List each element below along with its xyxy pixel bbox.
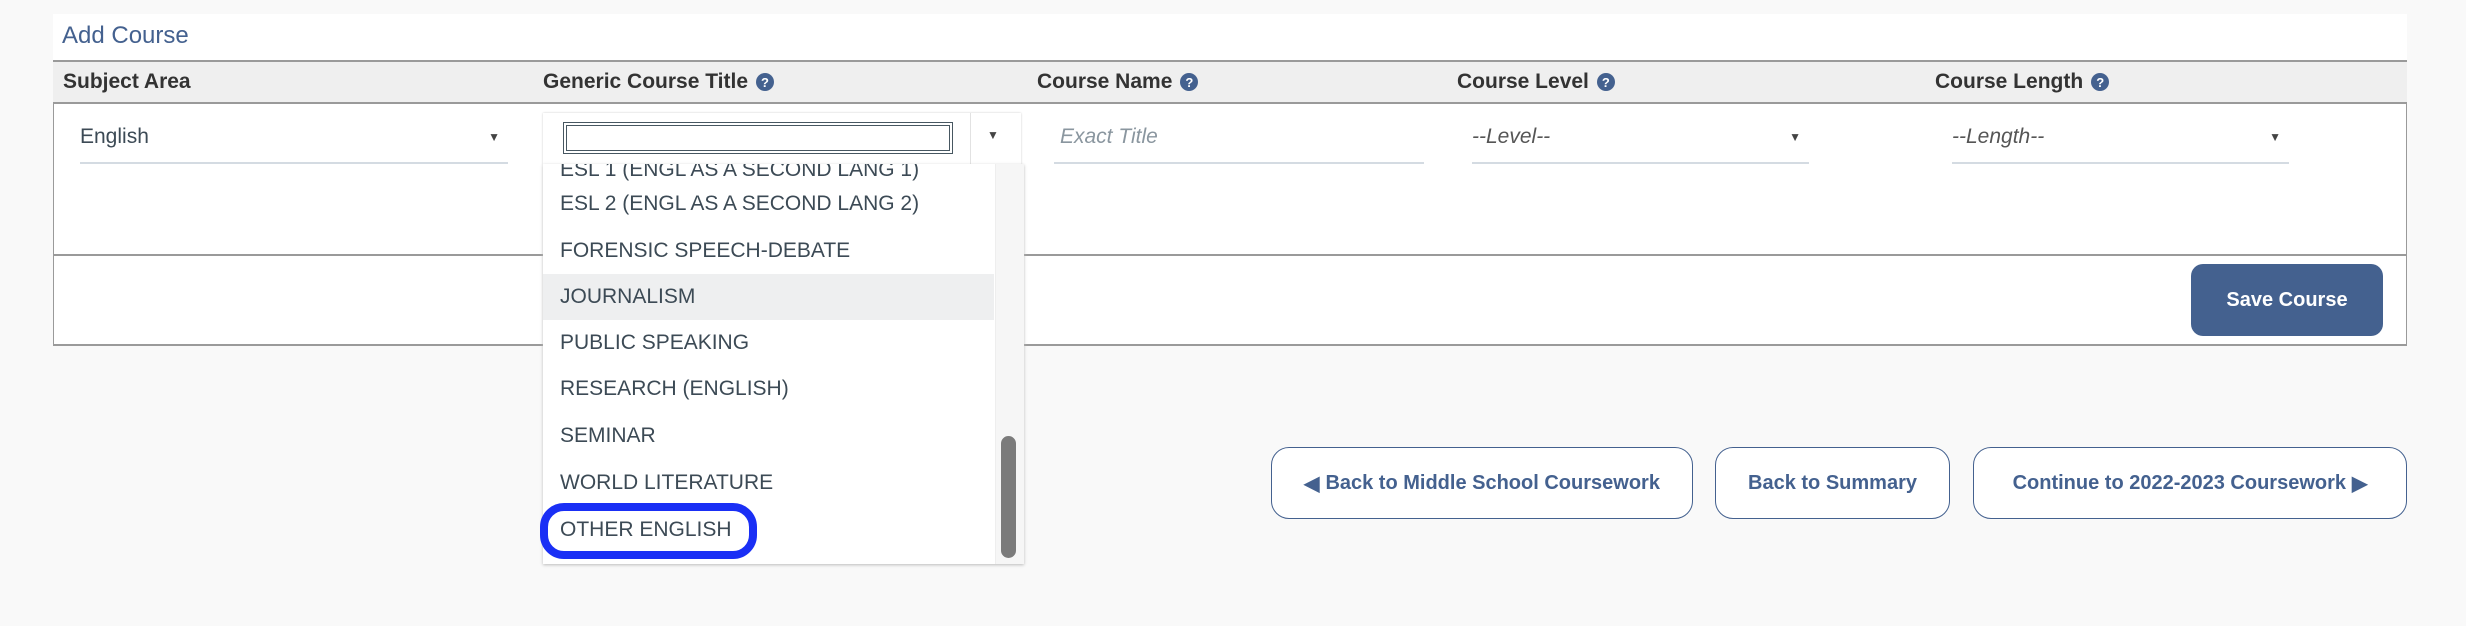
help-icon[interactable]: ? <box>1596 73 1615 91</box>
help-icon[interactable]: ? <box>2091 73 2110 91</box>
header-label: Subject Area <box>63 70 191 93</box>
header-label: Course Level <box>1457 70 1589 93</box>
annotation-highlight <box>540 503 757 559</box>
list-item[interactable]: SEMINAR <box>543 413 994 459</box>
generic-course-title-input[interactable] <box>563 122 953 154</box>
scrollbar-thumb[interactable] <box>1001 436 1016 558</box>
help-icon[interactable]: ? <box>1180 73 1199 91</box>
placeholder: Exact Title <box>1060 125 1158 148</box>
divider <box>970 113 971 165</box>
save-course-button[interactable]: Save Course <box>2191 264 2383 336</box>
select-value: --Length-- <box>1952 125 2045 148</box>
section-title: Add Course <box>62 22 189 49</box>
course-name-input[interactable]: Exact Title <box>1054 112 1424 164</box>
header-label: Generic Course Title <box>543 70 749 93</box>
header-course-name: Course Name? <box>1037 70 1199 94</box>
list-item[interactable]: PUBLIC SPEAKING <box>543 320 994 366</box>
header-course-length: Course Length? <box>1935 70 2110 94</box>
header-generic-course-title: Generic Course Title? <box>543 70 775 94</box>
list-item[interactable]: RESEARCH (ENGLISH) <box>543 366 994 412</box>
button-label: Back to Middle School Coursework <box>1325 471 1660 494</box>
button-label: Back to Summary <box>1748 471 1917 494</box>
caret-down-icon: ▼ <box>1789 130 1801 144</box>
list-item[interactable]: FORENSIC SPEECH-DEBATE <box>543 228 994 274</box>
back-to-summary-button[interactable]: Back to Summary <box>1715 447 1950 519</box>
course-level-select[interactable]: --Level-- ▼ <box>1472 112 1809 164</box>
continue-button[interactable]: Continue to 2022-2023 Coursework ▶ <box>1973 447 2407 519</box>
triangle-left-icon: ◀ <box>1304 472 1320 495</box>
subject-area-select[interactable]: English ▼ <box>80 112 508 164</box>
caret-down-icon: ▼ <box>488 130 500 144</box>
header-label: Course Name <box>1037 70 1173 93</box>
list-item[interactable]: ESL 2 (ENGL AS A SECOND LANG 2) <box>543 181 994 227</box>
header-course-level: Course Level? <box>1457 70 1615 94</box>
header-label: Course Length <box>1935 70 2084 93</box>
triangle-right-icon: ▶ <box>2352 472 2368 495</box>
header-subject-area: Subject Area <box>63 70 191 94</box>
button-label: Continue to 2022-2023 Coursework <box>2012 471 2347 494</box>
select-value: --Level-- <box>1472 125 1551 148</box>
list-item[interactable]: WORLD LITERATURE <box>543 460 994 506</box>
back-to-middle-school-button[interactable]: ◀ Back to Middle School Coursework <box>1271 447 1693 519</box>
course-length-select[interactable]: --Length-- ▼ <box>1952 112 2289 164</box>
list-item-hovered[interactable]: JOURNALISM <box>543 274 994 320</box>
help-icon[interactable]: ? <box>756 73 775 91</box>
caret-down-icon[interactable]: ▼ <box>987 128 999 142</box>
caret-down-icon: ▼ <box>2269 130 2281 144</box>
select-value: English <box>80 125 149 148</box>
action-row <box>53 256 2407 346</box>
